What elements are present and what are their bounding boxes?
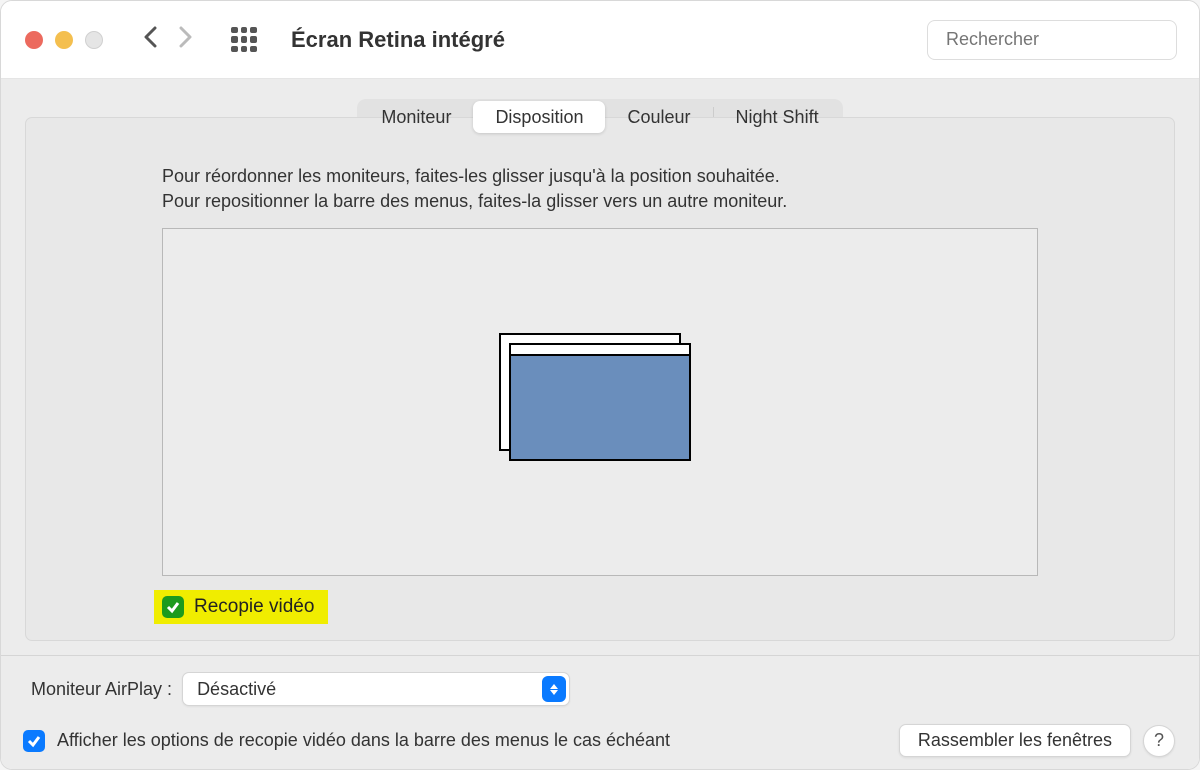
traffic-lights (25, 31, 103, 49)
segmented-control: Moniteur Disposition Couleur Night Shift (357, 99, 842, 135)
instructions: Pour réordonner les moniteurs, faites-le… (26, 156, 1174, 214)
instruction-line-1: Pour réordonner les moniteurs, faites-le… (162, 164, 1038, 189)
search-box[interactable] (927, 20, 1177, 60)
help-button[interactable]: ? (1143, 725, 1175, 757)
airplay-value: Désactivé (197, 679, 276, 700)
mirror-displays-row[interactable]: Recopie vidéo (154, 590, 328, 624)
main-panel: Pour réordonner les moniteurs, faites-le… (25, 117, 1175, 641)
zoom-window-button (85, 31, 103, 49)
show-mirroring-checkbox[interactable] (23, 730, 45, 752)
tab-monitor[interactable]: Moniteur (359, 101, 473, 133)
arrangement-area[interactable] (162, 228, 1038, 576)
content-area: Pour réordonner les moniteurs, faites-le… (1, 79, 1199, 769)
forward-button[interactable] (179, 24, 193, 55)
titlebar: Écran Retina intégré (1, 1, 1199, 79)
airplay-label: Moniteur AirPlay : (31, 679, 172, 700)
mirror-displays-checkbox[interactable] (162, 596, 184, 618)
show-all-icon[interactable] (231, 27, 257, 53)
primary-display-icon[interactable] (509, 343, 691, 461)
display-stack[interactable] (509, 343, 691, 461)
instruction-line-2: Pour repositionner la barre des menus, f… (162, 189, 1038, 214)
select-arrows-icon (542, 676, 566, 702)
close-window-button[interactable] (25, 31, 43, 49)
window-title: Écran Retina intégré (291, 27, 505, 53)
preferences-window: Écran Retina intégré Pour réordonner les… (0, 0, 1200, 770)
show-mirroring-label: Afficher les options de recopie vidéo da… (57, 730, 670, 751)
gather-windows-button[interactable]: Rassembler les fenêtres (899, 724, 1131, 757)
nav-arrows (143, 24, 193, 55)
tab-night-shift[interactable]: Night Shift (714, 101, 841, 133)
back-button[interactable] (143, 24, 157, 55)
tab-arrangement[interactable]: Disposition (473, 101, 605, 133)
airplay-select[interactable]: Désactivé (182, 672, 570, 706)
tab-color[interactable]: Couleur (605, 101, 712, 133)
mirror-displays-label: Recopie vidéo (194, 596, 314, 618)
search-input[interactable] (946, 29, 1178, 50)
minimize-window-button[interactable] (55, 31, 73, 49)
airplay-row: Moniteur AirPlay : Désactivé (1, 656, 1199, 706)
footer-row: Afficher les options de recopie vidéo da… (1, 706, 1199, 757)
